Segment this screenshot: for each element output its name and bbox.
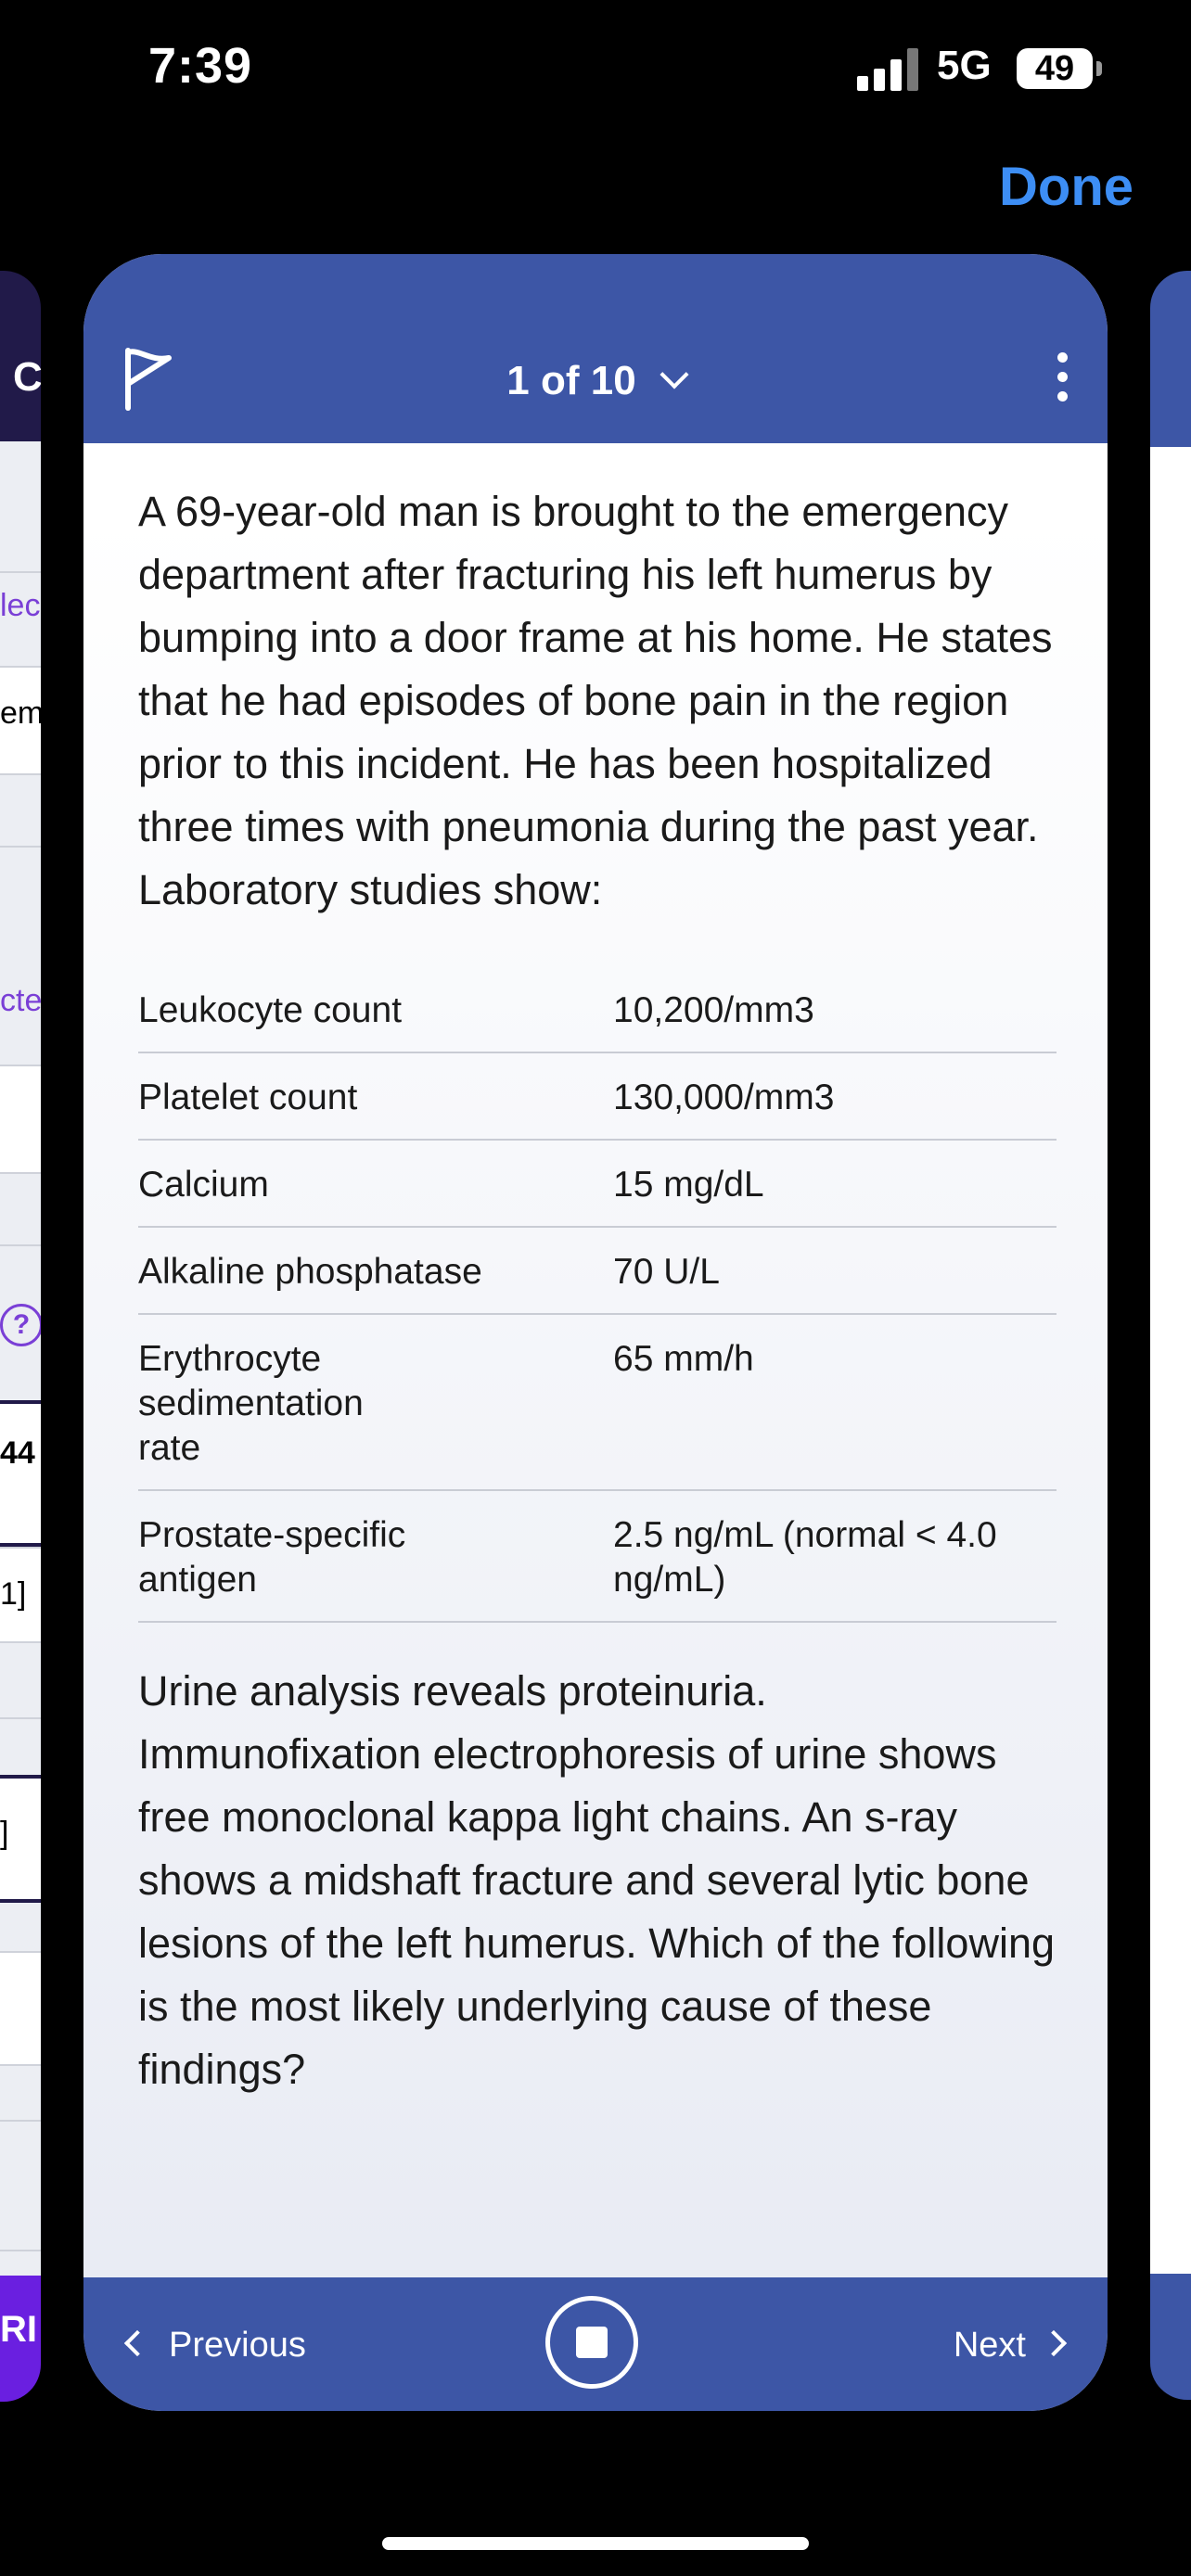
- lab-value: 70 U/L: [613, 1252, 720, 1292]
- question-content: A 69-year-old man is brought to the emer…: [138, 480, 1057, 2101]
- fragment-text: lec: [0, 588, 41, 623]
- fragment-text: ]: [0, 1816, 9, 1851]
- stop-button[interactable]: [545, 2296, 638, 2389]
- more-vertical-icon[interactable]: [1057, 352, 1069, 411]
- previous-card-footer: RI: [0, 2276, 41, 2402]
- battery-tip: [1096, 61, 1102, 76]
- divider: [0, 2250, 41, 2251]
- previous-card-header: C: [0, 271, 41, 441]
- help-icon[interactable]: ?: [0, 1304, 41, 1346]
- signal-icon: [857, 48, 918, 91]
- lab-name: Leukocyte count: [138, 990, 403, 1030]
- option-box[interactable]: ]: [0, 1775, 41, 1903]
- fragment-text: em: [0, 695, 41, 731]
- stop-icon: [576, 2327, 608, 2358]
- fragment-text: RI: [0, 2309, 37, 2350]
- next-button[interactable]: Next: [953, 2326, 1068, 2366]
- lab-name: Prostate-specific antigen: [138, 1515, 406, 1600]
- lab-name: Calcium: [138, 1165, 269, 1205]
- done-button[interactable]: Done: [999, 156, 1133, 218]
- question-counter[interactable]: 1 of 10: [83, 358, 1108, 404]
- lab-row: Calcium 15 mg/dL: [138, 1141, 1057, 1228]
- lab-row: Leukocyte count 10,200/mm3: [138, 966, 1057, 1053]
- chevron-right-icon: [1040, 2329, 1068, 2357]
- fragment-text: 44: [0, 1435, 35, 1471]
- divider: [0, 1717, 41, 1719]
- question-header: 1 of 10: [83, 254, 1108, 443]
- previous-card-letter: C: [13, 354, 41, 400]
- option-box[interactable]: 44: [0, 1400, 41, 1547]
- question-card: 1 of 10 A 69-year-old man is brought to …: [83, 254, 1108, 2411]
- divider: [0, 2120, 41, 2122]
- status-time: 7:39: [148, 38, 253, 94]
- divider: [0, 571, 41, 573]
- lab-value: 2.5 ng/mL (normal < 4.0 ng/mL): [613, 1515, 997, 1600]
- previous-card-peek[interactable]: C lec em cte ? 44 1] ] RI: [0, 271, 41, 2404]
- chevron-down-icon: [660, 360, 689, 389]
- lab-value: 15 mg/dL: [613, 1165, 764, 1205]
- lab-name: Erythrocyte sedimentation rate: [138, 1339, 364, 1468]
- next-card-body: [1150, 447, 1191, 2283]
- option-box[interactable]: [0, 1065, 41, 1174]
- network-label: 5G: [937, 43, 992, 88]
- question-stem-outro: Urine analysis reveals proteinuria. Immu…: [138, 1667, 1056, 2093]
- lab-value: 130,000/mm3: [613, 1078, 835, 1117]
- next-label: Next: [953, 2326, 1026, 2365]
- home-indicator[interactable]: [382, 2537, 809, 2550]
- lab-value: 10,200/mm3: [613, 990, 814, 1030]
- lab-row: Prostate-specific antigen 2.5 ng/mL (nor…: [138, 1491, 1057, 1623]
- next-card-header: [1150, 271, 1191, 447]
- option-box[interactable]: 1]: [0, 1547, 41, 1643]
- lab-name: Alkaline phosphatase: [138, 1252, 482, 1292]
- divider: [0, 846, 41, 848]
- lab-table: Leukocyte count 10,200/mm3 Platelet coun…: [138, 966, 1057, 1623]
- lab-row: Platelet count 130,000/mm3: [138, 1053, 1057, 1141]
- previous-button[interactable]: Previous: [123, 2326, 306, 2366]
- previous-card-body: lec em cte ? 44 1] ]: [0, 441, 41, 2296]
- question-stem-intro: A 69-year-old man is brought to the emer…: [138, 488, 1053, 913]
- status-bar: 7:39 5G 49: [0, 0, 1191, 139]
- option-box[interactable]: em: [0, 666, 41, 775]
- previous-label: Previous: [169, 2326, 306, 2365]
- lab-value: 65 mm/h: [613, 1339, 754, 1379]
- option-box[interactable]: [0, 1951, 41, 2066]
- next-card-footer: [1150, 2274, 1191, 2400]
- fragment-text: cte: [0, 983, 41, 1018]
- next-card-peek[interactable]: [1150, 271, 1191, 2404]
- fragment-text: 1]: [0, 1576, 27, 1612]
- battery-icon: 49: [1017, 48, 1093, 89]
- lab-row: Erythrocyte sedimentation rate 65 mm/h: [138, 1315, 1057, 1491]
- lab-name: Platelet count: [138, 1078, 358, 1117]
- question-counter-label: 1 of 10: [506, 358, 636, 403]
- divider: [0, 1244, 41, 1246]
- lab-row: Alkaline phosphatase 70 U/L: [138, 1228, 1057, 1315]
- question-footer: Previous Next: [83, 2277, 1108, 2411]
- chevron-left-icon: [123, 2329, 151, 2357]
